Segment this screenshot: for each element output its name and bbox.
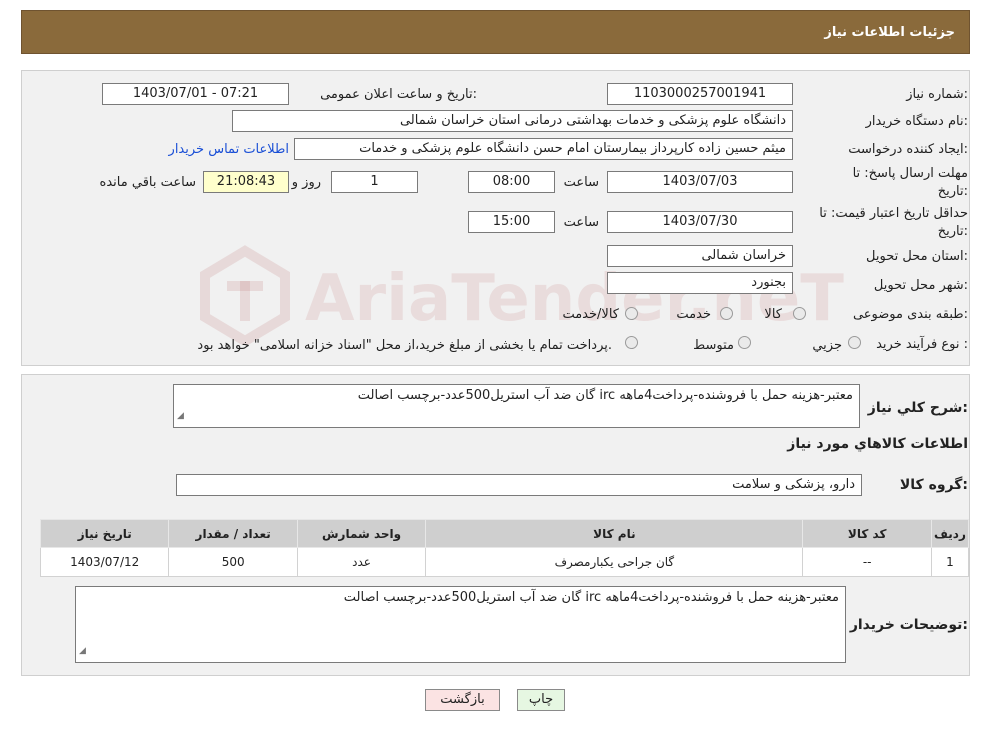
- announce-field: 1403/07/01 - 07:21: [102, 83, 289, 105]
- need-number-label: شماره نیاز:: [906, 87, 968, 102]
- province-label: استان محل تحویل:: [866, 249, 968, 264]
- province-field: خراسان شمالی: [607, 245, 793, 267]
- deadline-time-field: 08:00: [468, 171, 555, 193]
- deadline-label: مهلت ارسال پاسخ: تا: [852, 166, 968, 181]
- remaining-time-field: 21:08:43: [203, 171, 289, 193]
- category-radio-goods-service[interactable]: [625, 307, 638, 320]
- deadline-time-label: ساعت: [563, 175, 599, 190]
- city-label: شهر محل تحویل:: [873, 278, 968, 293]
- table-row: 1 -- گان جراحی یکبارمصرف عدد 500 1403/07…: [39, 547, 970, 577]
- goods-info-title: اطلاعات کالاهاي مورد نياز: [787, 436, 968, 452]
- process-label: نوع فرآیند خرید :: [876, 337, 968, 352]
- days-label: روز و: [291, 175, 321, 190]
- category-option-goods-service: کالا/خدمت: [562, 307, 619, 322]
- table-header-row: رديف کد کالا نام کالا واحد شمارش تعداد /…: [39, 519, 970, 548]
- creator-field: میثم حسین زاده کارپرداز بیمارستان امام ح…: [294, 138, 793, 160]
- description-text: گان ضد آب استریل500عدد-برچسب اصالت irc م…: [357, 388, 853, 403]
- category-label: طبقه بندی موضوعی:: [852, 307, 968, 322]
- buyer-org-label: نام دستگاه خریدار:: [865, 114, 968, 129]
- process-option-minor: جزیي: [812, 338, 842, 353]
- buyer-contact-link[interactable]: اطلاعات تماس خریدار: [169, 142, 289, 157]
- goods-group-label: گروه کالا:: [899, 477, 968, 493]
- col-header-need-date: تاريخ نياز: [39, 519, 170, 548]
- col-header-item-code: کد کالا: [802, 519, 932, 548]
- days-field: 1: [331, 171, 418, 193]
- print-button[interactable]: چاپ: [517, 689, 565, 711]
- process-note: پرداخت تمام یا بخشی از مبلغ خرید،از محل …: [197, 338, 612, 353]
- validity-time-field: 15:00: [468, 211, 555, 233]
- process-option-medium: متوسط: [693, 338, 734, 353]
- cell-item-name: گان جراحی یکبارمصرف: [425, 547, 804, 577]
- col-header-row-number: رديف: [930, 519, 970, 548]
- resize-grip-icon[interactable]: ◢: [177, 407, 184, 425]
- goods-group-field: دارو، پزشکی و سلامت: [176, 474, 862, 496]
- buyer-org-field: دانشگاه علوم پزشکی و خدمات بهداشتی درمان…: [232, 110, 793, 132]
- creator-label: ایجاد کننده درخواست:: [848, 142, 968, 157]
- validity-date-field: 1403/07/30: [607, 211, 793, 233]
- category-radio-service[interactable]: [720, 307, 733, 320]
- description-textarea: گان ضد آب استریل500عدد-برچسب اصالت irc م…: [173, 384, 860, 428]
- remaining-time-label: ساعت باقي مانده: [99, 175, 196, 190]
- items-table: رديف کد کالا نام کالا واحد شمارش تعداد /…: [39, 519, 970, 577]
- col-header-unit: واحد شمارش: [296, 519, 427, 548]
- cell-row-number: 1: [930, 547, 970, 577]
- announce-label: تاریخ و ساعت اعلان عمومی:: [320, 87, 477, 102]
- page-header: جزئیات اطلاعات نیاز: [21, 10, 970, 54]
- category-option-goods: کالا: [764, 307, 782, 322]
- category-radio-goods[interactable]: [793, 307, 806, 320]
- resize-grip-icon[interactable]: ◢: [79, 642, 86, 660]
- col-header-item-name: نام کالا: [425, 519, 804, 548]
- validity-time-label: ساعت: [563, 215, 599, 230]
- category-option-service: خدمت: [676, 307, 711, 322]
- description-label: شرح کلي نياز:: [867, 400, 968, 416]
- process-radio-minor[interactable]: [848, 336, 861, 349]
- buyer-notes-textarea: گان ضد آب استریل500عدد-برچسب اصالت irc م…: [75, 586, 846, 663]
- need-number-field: 1103000257001941: [607, 83, 793, 105]
- deadline-label-date: تاریخ:: [937, 184, 968, 199]
- city-field: بجنورد: [607, 272, 793, 294]
- cell-item-code: --: [802, 547, 932, 577]
- buyer-notes-text: گان ضد آب استریل500عدد-برچسب اصالت irc م…: [343, 590, 839, 605]
- watermark-logo: [195, 245, 295, 347]
- validity-label: حداقل تاریخ اعتبار قیمت: تا: [819, 206, 968, 221]
- validity-label-date: تاریخ:: [937, 224, 968, 239]
- deadline-date-field: 1403/07/03: [607, 171, 793, 193]
- col-header-quantity: تعداد / مقدار: [168, 519, 298, 548]
- back-button[interactable]: بازگشت: [425, 689, 500, 711]
- process-radio-treasury[interactable]: [625, 336, 638, 349]
- cell-quantity: 500: [168, 547, 298, 577]
- process-radio-medium[interactable]: [738, 336, 751, 349]
- cell-need-date: 1403/07/12: [39, 547, 170, 577]
- page-title: جزئیات اطلاعات نیاز: [824, 25, 955, 40]
- buyer-notes-label: توضیحات خریدار:: [849, 617, 968, 633]
- cell-unit: عدد: [296, 547, 427, 577]
